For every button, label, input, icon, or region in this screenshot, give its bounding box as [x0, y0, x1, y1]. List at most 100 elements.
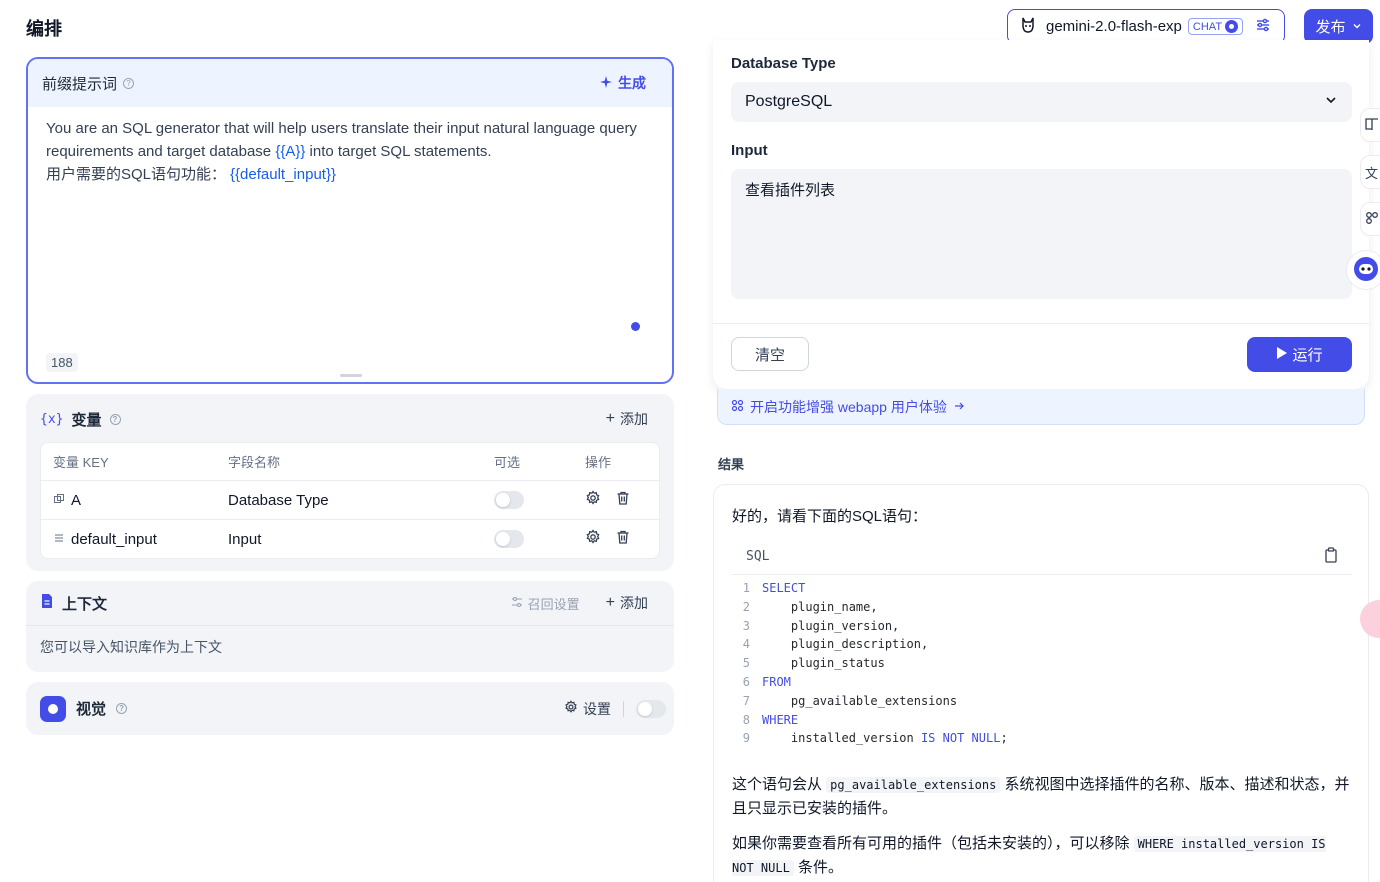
result-paragraph: 这个语句会从 pg_available_extensions 系统视图中选择插件…	[732, 773, 1352, 820]
line-number: 6	[742, 674, 750, 689]
code-text: plugin_version,	[762, 618, 900, 633]
model-settings-icon[interactable]	[1255, 17, 1271, 36]
column-header-key: 变量 KEY	[53, 455, 109, 470]
page-title: 编排	[26, 19, 62, 39]
prompt-variable-default-input: {{default_input}}	[230, 166, 336, 183]
play-icon	[1276, 346, 1288, 364]
edge-button[interactable]	[1360, 108, 1380, 142]
enhance-webapp-text: 开启功能增强 webapp 用户体验	[750, 398, 947, 415]
vision-panel: 视觉 ? 设置	[26, 682, 674, 735]
gear-icon[interactable]	[585, 490, 601, 510]
column-header-actions: 操作	[585, 455, 612, 470]
paragraph-type-icon	[53, 531, 65, 548]
run-button[interactable]: 运行	[1247, 337, 1352, 372]
prompt-line2: 用户需要的SQL语句功能：	[46, 166, 227, 183]
context-title: 上下文	[62, 595, 108, 613]
line-number: 3	[742, 618, 750, 633]
code-line: 2 plugin_name,	[732, 598, 1352, 617]
vision-icon	[40, 695, 66, 722]
model-selector-button[interactable]: gemini-2.0-flash-exp CHAT	[1007, 9, 1285, 44]
clear-button[interactable]: 清空	[731, 337, 809, 371]
apps-icon	[731, 399, 744, 415]
code-text: plugin_name,	[762, 599, 878, 614]
help-icon[interactable]: ?	[109, 413, 121, 425]
add-variable-label: 添加	[620, 411, 648, 427]
code-keyword: IS NOT NULL	[920, 731, 1001, 746]
optional-toggle[interactable]	[494, 530, 524, 548]
inline-code: pg_available_extensions	[826, 777, 1001, 793]
vision-settings-label: 设置	[583, 700, 611, 717]
result-text: 这个语句会从	[732, 776, 827, 793]
line-number: 7	[742, 693, 750, 708]
code-keyword: FROM	[762, 674, 791, 689]
table-header: 变量 KEY 字段名称 可选 操作	[41, 443, 659, 480]
chevron-down-icon	[1352, 18, 1362, 35]
code-keyword: WHERE	[762, 712, 799, 727]
code-text: pg_available_extensions	[762, 693, 958, 708]
variables-title: 变量	[71, 411, 102, 429]
gear-icon	[564, 700, 578, 717]
database-type-value: PostgreSQL	[745, 93, 833, 110]
input-textarea[interactable]: 查看插件列表	[731, 169, 1352, 299]
generate-button[interactable]: 生成	[599, 73, 646, 93]
code-block: 1 SELECT 2 plugin_name, 3 plugin_version, 4 …	[732, 579, 1352, 748]
book-icon	[1365, 117, 1379, 134]
resize-handle[interactable]	[340, 374, 362, 377]
add-context-label: 添加	[620, 595, 648, 611]
code-language: SQL	[746, 549, 770, 564]
add-variable-button[interactable]: + 添加	[606, 409, 648, 429]
help-icon[interactable]: ?	[123, 77, 135, 89]
model-mode-badge: CHAT	[1187, 18, 1244, 35]
vision-toggle[interactable]	[636, 699, 666, 718]
trash-icon[interactable]	[615, 490, 631, 510]
add-context-button[interactable]: + 添加	[606, 593, 648, 613]
code-line: 3 plugin_version,	[732, 617, 1352, 636]
robot-face-icon	[1353, 256, 1379, 285]
cursor-indicator	[631, 322, 640, 331]
document-icon	[40, 593, 54, 613]
table-row: A Database Type	[41, 480, 659, 519]
trash-icon[interactable]	[615, 529, 631, 549]
enhance-webapp-link[interactable]: 开启功能增强 webapp 用户体验	[717, 389, 1365, 425]
variables-table: 变量 KEY 字段名称 可选 操作 A Database Type defaul…	[40, 442, 660, 559]
sliders-icon	[511, 596, 523, 611]
clipboard-icon[interactable]	[1324, 546, 1338, 567]
result-label: 结果	[718, 457, 745, 472]
debug-input-card: Database Type PostgreSQL Input 查看插件列表 清空…	[713, 40, 1369, 389]
recall-settings-button[interactable]: 召回设置	[511, 594, 580, 613]
code-line: 9 installed_version IS NOT NULL;	[732, 729, 1352, 748]
result-paragraph: 如果你需要查看所有可用的插件（包括未安装的），可以移除 WHERE instal…	[732, 832, 1352, 880]
edge-button[interactable]	[1360, 202, 1380, 236]
database-type-label: Database Type	[731, 55, 836, 72]
help-icon[interactable]: ?	[116, 703, 128, 714]
database-type-select[interactable]: PostgreSQL	[731, 82, 1352, 122]
result-text: 条件。	[793, 859, 843, 876]
variable-field-name[interactable]: Database Type	[228, 492, 494, 509]
apps-icon	[1365, 211, 1379, 228]
line-number: 1	[742, 581, 750, 595]
variable-key[interactable]: A	[71, 492, 81, 509]
context-hint: 您可以导入知识库作为上下文	[40, 639, 222, 655]
variable-field-name[interactable]: Input	[228, 531, 494, 548]
run-label: 运行	[1292, 347, 1323, 364]
result-intro: 好的，请看下面的SQL语句：	[732, 508, 928, 525]
optional-toggle[interactable]	[494, 491, 524, 509]
column-header-field: 字段名称	[228, 455, 281, 470]
model-name: gemini-2.0-flash-exp	[1046, 18, 1182, 35]
line-number: 8	[742, 712, 750, 727]
publish-button[interactable]: 发布	[1304, 9, 1373, 44]
vision-settings-button[interactable]: 设置	[564, 699, 611, 719]
sparkle-icon	[599, 75, 613, 92]
edge-button[interactable]: 文	[1360, 155, 1380, 189]
prompt-editor[interactable]: 前缀提示词 ? 生成 You are an SQL generator that…	[26, 57, 674, 384]
prompt-text[interactable]: You are an SQL generator that will help …	[28, 107, 672, 196]
code-line: 1 SELECT	[732, 579, 1352, 598]
divider	[26, 625, 674, 626]
gear-icon[interactable]	[585, 529, 601, 549]
vision-title: 视觉	[76, 701, 107, 718]
variable-key[interactable]: default_input	[71, 531, 157, 548]
prompt-header: 前缀提示词 ? 生成	[28, 59, 672, 107]
model-provider-icon	[1018, 15, 1038, 38]
vision-support-icon	[1225, 20, 1239, 33]
assistant-avatar[interactable]	[1346, 250, 1380, 290]
